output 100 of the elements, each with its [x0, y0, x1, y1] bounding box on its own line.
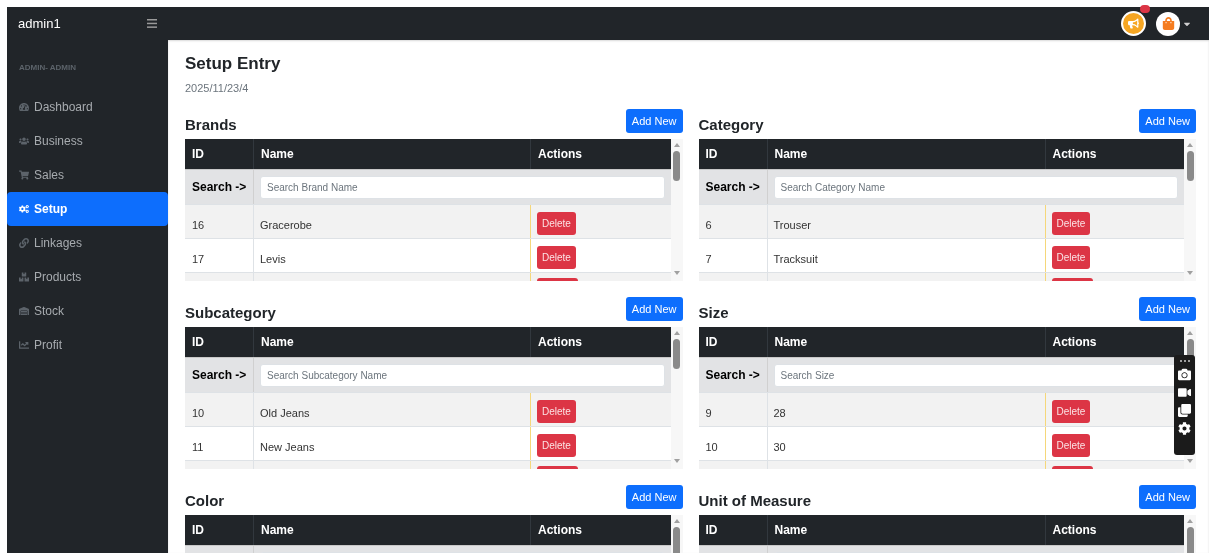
table-cell: Trouser	[773, 219, 811, 231]
windows-icon[interactable]	[1178, 404, 1191, 417]
delete-button[interactable]: Delete	[537, 434, 576, 457]
column-header: Actions	[538, 522, 582, 539]
column-header: Actions	[538, 334, 582, 351]
column-header: Actions	[1052, 146, 1097, 163]
search-field[interactable]: Search Brand Name	[260, 175, 665, 199]
scroll-down-icon[interactable]	[672, 457, 681, 465]
scrollbar-thumb[interactable]	[1186, 151, 1194, 181]
panel-title: Unit of Measure	[698, 490, 811, 511]
scroll-up-icon[interactable]	[1186, 329, 1194, 337]
add-new-button[interactable]: Add New	[625, 297, 683, 321]
column-header: ID	[705, 522, 718, 539]
column-header: ID	[192, 522, 204, 539]
scrollbar-thumb[interactable]	[673, 339, 680, 369]
table-cell: 16	[192, 219, 205, 231]
delete-button[interactable]: Delete	[1051, 434, 1091, 457]
add-new-button[interactable]: Add New	[1139, 297, 1196, 321]
scroll-down-icon[interactable]	[1186, 269, 1194, 277]
menu-icon[interactable]	[147, 19, 157, 28]
section-label: ADMIN- ADMIN	[18, 62, 78, 74]
table-cell: Levis	[260, 253, 286, 265]
scrollbar-thumb[interactable]	[673, 527, 680, 553]
table-cell: 6	[705, 219, 712, 231]
search-label: Search ->	[705, 179, 760, 196]
add-new-button[interactable]: Add New	[625, 485, 683, 509]
nav-icon	[19, 340, 29, 350]
table-cell: Old Jeans	[260, 407, 310, 419]
nav-icon	[19, 306, 29, 316]
table-cell: Gracerobe	[260, 219, 312, 231]
table-cell: 7	[705, 253, 712, 265]
notification-avatar[interactable]	[1121, 11, 1146, 36]
add-new-button[interactable]: Add New	[625, 109, 683, 133]
table-cell: 28	[773, 407, 786, 419]
table-cell: 9	[705, 407, 712, 419]
table-cell: 30	[773, 441, 786, 453]
sidebar-item[interactable]: Business	[7, 124, 168, 158]
table-cell: 17	[192, 253, 205, 265]
table-cell: New Jeans	[260, 441, 315, 453]
panel-title: Size	[698, 302, 729, 323]
notification-badge	[1140, 5, 1150, 13]
user-avatar[interactable]	[1156, 11, 1180, 36]
sidebar-item[interactable]: Setup	[7, 192, 168, 226]
sidebar-item[interactable]: Sales	[7, 158, 168, 192]
column-header: ID	[192, 146, 204, 163]
column-header: Name	[774, 334, 808, 351]
scroll-up-icon[interactable]	[672, 517, 681, 525]
column-header: ID	[705, 334, 718, 351]
sidebar-item[interactable]: Profit	[7, 328, 168, 362]
nav-icon	[19, 170, 29, 180]
scroll-down-icon[interactable]	[672, 269, 681, 277]
sidebar-item[interactable]: Stock	[7, 294, 168, 328]
scroll-up-icon[interactable]	[1186, 141, 1194, 149]
delete-button[interactable]: Delete	[537, 400, 576, 423]
more-icon[interactable]	[1177, 359, 1192, 363]
scrollbar[interactable]	[1184, 139, 1196, 281]
scroll-down-icon[interactable]	[1186, 457, 1194, 465]
scroll-up-icon[interactable]	[672, 141, 681, 149]
scroll-up-icon[interactable]	[672, 329, 681, 337]
search-label: Search ->	[192, 367, 247, 384]
nav-icon	[19, 136, 29, 146]
table-cell: 11	[192, 441, 204, 453]
column-header: Name	[774, 146, 808, 163]
panel-title: Color	[185, 490, 225, 511]
column-header: ID	[705, 146, 718, 163]
settings-icon[interactable]	[1178, 422, 1191, 435]
column-header: Actions	[1052, 334, 1097, 351]
nav-icon	[19, 204, 29, 214]
page-title: Setup Entry	[185, 53, 282, 75]
search-field[interactable]: Search Subcategory Name	[260, 363, 665, 387]
page-subtitle: 2025/11/23/4	[185, 80, 250, 96]
column-header: Name	[261, 334, 294, 351]
table-cell: Tracksuit	[773, 253, 818, 265]
scrollbar-thumb[interactable]	[673, 151, 680, 181]
column-header: ID	[192, 334, 204, 351]
column-header: Name	[261, 522, 294, 539]
table-cell: 10	[705, 441, 718, 453]
column-header: Name	[261, 146, 294, 163]
app-brand[interactable]: admin1	[18, 13, 61, 34]
delete-button[interactable]: Delete	[1051, 212, 1091, 235]
sidebar-item[interactable]: Linkages	[7, 226, 168, 260]
nav-icon	[19, 238, 29, 248]
sidebar-item[interactable]: Products	[7, 260, 168, 294]
add-new-button[interactable]: Add New	[1139, 109, 1196, 133]
delete-button[interactable]: Delete	[537, 212, 576, 235]
nav-icon	[19, 272, 29, 282]
delete-button[interactable]: Delete	[537, 246, 576, 269]
delete-button[interactable]: Delete	[1051, 400, 1091, 423]
column-header: Actions	[538, 146, 582, 163]
search-field[interactable]: Search Category Name	[773, 175, 1178, 199]
panel-title: Category	[698, 114, 764, 135]
scrollbar-thumb[interactable]	[1186, 527, 1194, 553]
camera-icon[interactable]	[1178, 368, 1191, 381]
delete-button[interactable]: Delete	[1051, 246, 1091, 269]
add-new-button[interactable]: Add New	[1139, 485, 1196, 509]
nav-icon	[19, 102, 29, 112]
scroll-up-icon[interactable]	[1186, 517, 1194, 525]
sidebar-item[interactable]: Dashboard	[7, 90, 168, 124]
panel-title: Brands	[185, 114, 237, 135]
video-camera-icon[interactable]	[1178, 386, 1191, 399]
